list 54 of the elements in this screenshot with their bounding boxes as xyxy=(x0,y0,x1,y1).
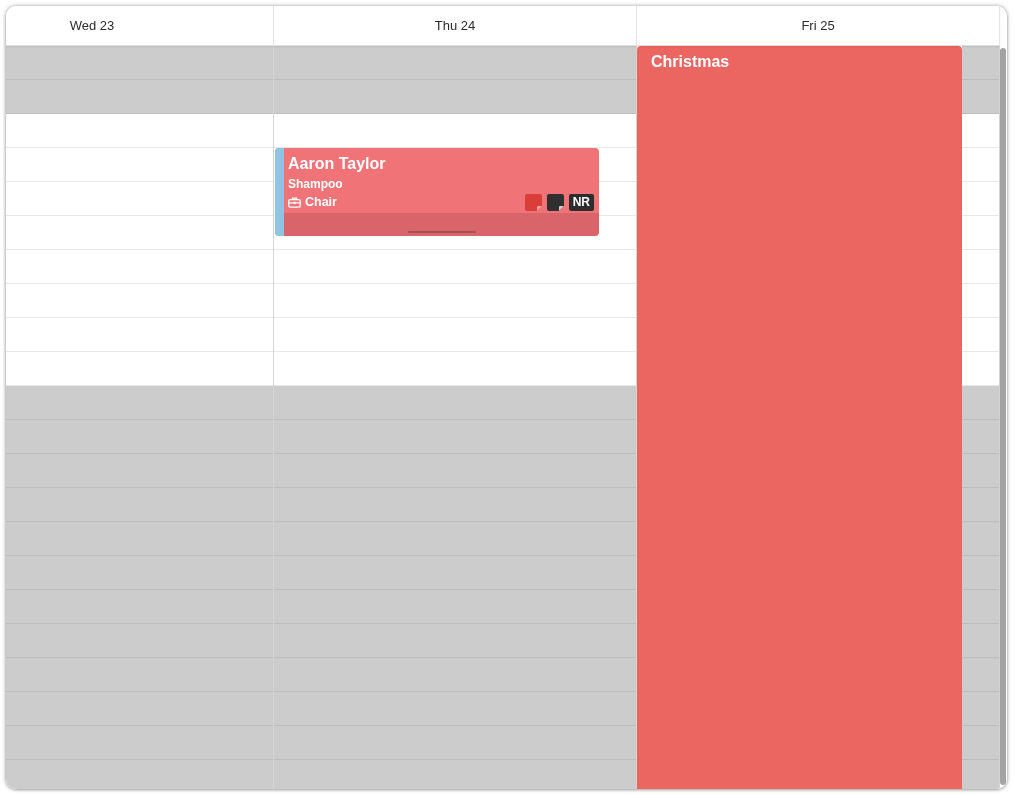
time-slot[interactable] xyxy=(6,488,273,522)
time-slot[interactable] xyxy=(6,692,273,726)
time-slot[interactable] xyxy=(6,658,273,692)
day-label[interactable]: Wed 23 xyxy=(69,18,115,33)
scrollbar-thumb[interactable] xyxy=(1000,48,1006,785)
time-slot[interactable] xyxy=(274,488,636,522)
time-slot[interactable] xyxy=(274,522,636,556)
time-slot[interactable] xyxy=(274,420,636,454)
appointment-card[interactable]: Aaron Taylor Shampoo Chair NR xyxy=(275,148,599,236)
time-slot[interactable] xyxy=(274,556,636,590)
time-slot[interactable] xyxy=(962,522,999,556)
time-slot[interactable] xyxy=(6,46,273,80)
time-slot[interactable] xyxy=(6,80,273,114)
day-label[interactable]: Fri 25 xyxy=(801,18,835,33)
time-slot[interactable] xyxy=(962,692,999,726)
time-slot[interactable] xyxy=(962,624,999,658)
resize-handle[interactable] xyxy=(407,231,476,233)
time-slot[interactable] xyxy=(962,454,999,488)
time-slot[interactable] xyxy=(274,386,636,420)
time-slot[interactable] xyxy=(962,760,999,789)
time-slot[interactable] xyxy=(274,658,636,692)
client-name: Aaron Taylor xyxy=(288,154,386,173)
time-slot[interactable] xyxy=(6,386,273,420)
time-slot[interactable] xyxy=(6,522,273,556)
time-slot[interactable] xyxy=(6,454,273,488)
service-name: Shampoo xyxy=(288,177,343,192)
holiday-title: Christmas xyxy=(651,53,730,70)
status-badge: NR xyxy=(568,193,594,211)
time-slot[interactable] xyxy=(962,488,999,522)
toolbox-icon xyxy=(288,196,301,208)
time-slot[interactable] xyxy=(6,624,273,658)
time-slot[interactable] xyxy=(6,726,273,760)
time-slot[interactable] xyxy=(962,46,999,80)
time-slot[interactable] xyxy=(962,726,999,760)
time-slot[interactable] xyxy=(274,726,636,760)
time-slot[interactable] xyxy=(6,556,273,590)
time-slot[interactable] xyxy=(6,590,273,624)
time-slot[interactable] xyxy=(274,692,636,726)
day-label[interactable]: Thu 24 xyxy=(434,18,476,33)
time-slot[interactable] xyxy=(274,624,636,658)
time-slot[interactable] xyxy=(962,556,999,590)
time-slot[interactable] xyxy=(962,420,999,454)
time-slot[interactable] xyxy=(274,80,636,114)
time-slot[interactable] xyxy=(962,386,999,420)
time-slot[interactable] xyxy=(274,760,636,789)
time-slot[interactable] xyxy=(274,46,636,80)
time-slot[interactable] xyxy=(6,420,273,454)
time-slot[interactable] xyxy=(962,658,999,692)
time-slot[interactable] xyxy=(274,590,636,624)
note-icon[interactable] xyxy=(546,193,564,211)
time-slot[interactable] xyxy=(962,590,999,624)
time-slot[interactable] xyxy=(274,454,636,488)
time-slot[interactable] xyxy=(962,80,999,114)
resource-label: Chair xyxy=(305,195,337,209)
